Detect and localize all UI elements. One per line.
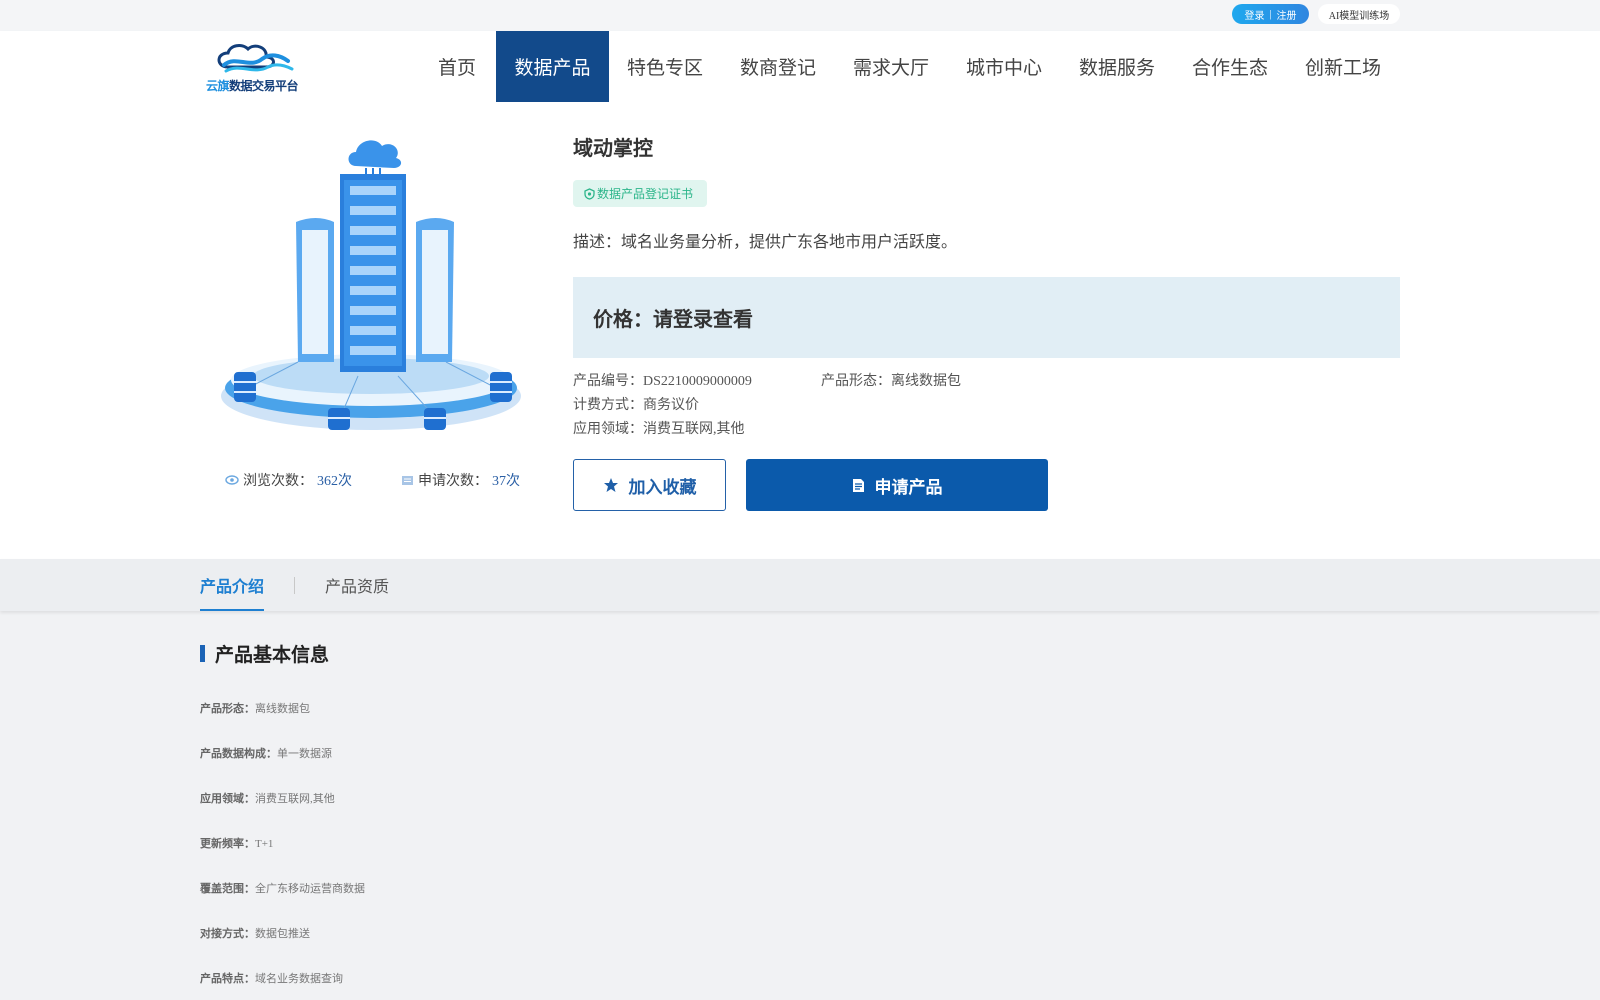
eye-icon xyxy=(225,475,239,485)
views-stat: 浏览次数： 362次 xyxy=(225,470,352,490)
server-cloud-illustration xyxy=(221,140,521,430)
logo-brand-suffix: 数据交易平台 xyxy=(229,79,299,93)
apply-button-label: 申请产品 xyxy=(874,477,943,497)
info-row-features: 产品特点：域名业务数据查询 xyxy=(200,970,343,986)
info-key: 产品形态： xyxy=(200,703,255,715)
tab-product-intro[interactable]: 产品介绍 xyxy=(200,559,265,611)
views-value: 362次 xyxy=(317,474,352,489)
info-key: 产品数据构成： xyxy=(200,748,277,760)
info-key: 产品特点： xyxy=(200,973,255,985)
logo-brand-name: 云旗 xyxy=(206,79,230,93)
nav-item-demand-hall[interactable]: 需求大厅 xyxy=(845,31,937,102)
nav-item-partners[interactable]: 合作生态 xyxy=(1184,31,1276,102)
nav-item-data-products[interactable]: 数据产品 xyxy=(496,31,609,102)
tab-divider xyxy=(294,577,295,594)
apply-product-button[interactable]: 申请产品 xyxy=(746,459,1048,511)
product-description: 描述：域名业务量分析，提供广东各地市用户活跃度。 xyxy=(573,234,958,251)
cert-label: 数据产品登记证书 xyxy=(597,187,694,201)
tab-product-qualification[interactable]: 产品资质 xyxy=(325,559,389,611)
info-section-heading: 产品基本信息 xyxy=(200,640,329,667)
site-logo[interactable]: 云旗数据交易平台 xyxy=(206,41,302,93)
add-to-favorites-button[interactable]: 加入收藏 xyxy=(573,459,726,511)
top-utility-bar: 登录 | 注册 AI模型训练场 xyxy=(0,0,1600,31)
nav-item-city-center[interactable]: 城市中心 xyxy=(958,31,1050,102)
info-row-form: 产品形态：离线数据包 xyxy=(200,700,310,716)
info-heading-text: 产品基本信息 xyxy=(215,645,330,666)
file-icon xyxy=(852,478,864,492)
info-row-frequency: 更新频率：T+1 xyxy=(200,835,273,851)
product-detail-section: 浏览次数： 362次 申请次数： 37次 域动掌控 数据产品登记证书 描述：域名业务… xyxy=(0,102,1600,559)
nav-item-data-services[interactable]: 数据服务 xyxy=(1071,31,1163,102)
info-row-coverage: 覆盖范围：全广东移动运营商数据 xyxy=(200,880,365,896)
product-form: 产品形态：离线数据包 xyxy=(821,374,961,389)
apply-count-stat: 申请次数： 37次 xyxy=(401,470,520,490)
info-value: 全广东移动运营商数据 xyxy=(255,883,365,895)
auth-pill: 登录 | 注册 xyxy=(1232,4,1309,24)
document-icon xyxy=(402,475,413,485)
main-header: 云旗数据交易平台 首页 数据产品 特色专区 数商登记 需求大厅 城市中心 数据服… xyxy=(0,31,1600,102)
views-label: 浏览次数： xyxy=(243,474,313,489)
info-value: 单一数据源 xyxy=(277,748,332,760)
nav-item-featured[interactable]: 特色专区 xyxy=(619,31,711,102)
favorite-button-label: 加入收藏 xyxy=(628,477,697,497)
info-value: 离线数据包 xyxy=(255,703,310,715)
cloud-logo-icon xyxy=(217,44,294,73)
star-icon xyxy=(603,478,618,492)
info-key: 应用领域： xyxy=(200,793,255,805)
logo-text: 云旗数据交易平台 xyxy=(206,77,302,94)
info-value: T+1 xyxy=(255,838,274,850)
nav-item-home[interactable]: 首页 xyxy=(428,31,486,102)
ai-training-link[interactable]: AI模型训练场 xyxy=(1318,4,1400,24)
billing-method: 计费方式：商务议价 xyxy=(573,398,699,413)
info-value: 数据包推送 xyxy=(255,928,310,940)
detail-tabs: 产品介绍 产品资质 xyxy=(0,559,1600,611)
info-key: 对接方式： xyxy=(200,928,255,940)
register-link[interactable]: 注册 xyxy=(1277,7,1297,22)
price-box: 价格：请登录查看 xyxy=(573,277,1400,358)
login-link[interactable]: 登录 xyxy=(1244,7,1264,22)
auth-separator: | xyxy=(1269,8,1272,20)
info-value: 域名业务数据查询 xyxy=(255,973,343,985)
price-text: 价格：请登录查看 xyxy=(593,309,753,331)
info-row-integration: 对接方式：数据包推送 xyxy=(200,925,310,941)
info-row-domain: 应用领域：消费互联网,其他 xyxy=(200,790,335,806)
application-domain: 应用领域：消费互联网,其他 xyxy=(573,422,745,437)
product-code: 产品编号：DS2210009000009 xyxy=(573,374,752,389)
info-key: 更新频率： xyxy=(200,838,255,850)
nav-item-vendor-register[interactable]: 数商登记 xyxy=(732,31,824,102)
nav-item-innovation[interactable]: 创新工场 xyxy=(1297,31,1389,102)
product-title: 域动掌控 xyxy=(573,138,653,160)
info-key: 覆盖范围： xyxy=(200,883,255,895)
info-row-composition: 产品数据构成：单一数据源 xyxy=(200,745,332,761)
apply-count-value: 37次 xyxy=(492,474,520,489)
cert-badge[interactable]: 数据产品登记证书 xyxy=(573,180,707,207)
shield-icon xyxy=(584,187,595,200)
apply-count-label: 申请次数： xyxy=(418,474,488,489)
info-value: 消费互联网,其他 xyxy=(255,793,335,805)
heading-accent-bar xyxy=(200,645,205,662)
